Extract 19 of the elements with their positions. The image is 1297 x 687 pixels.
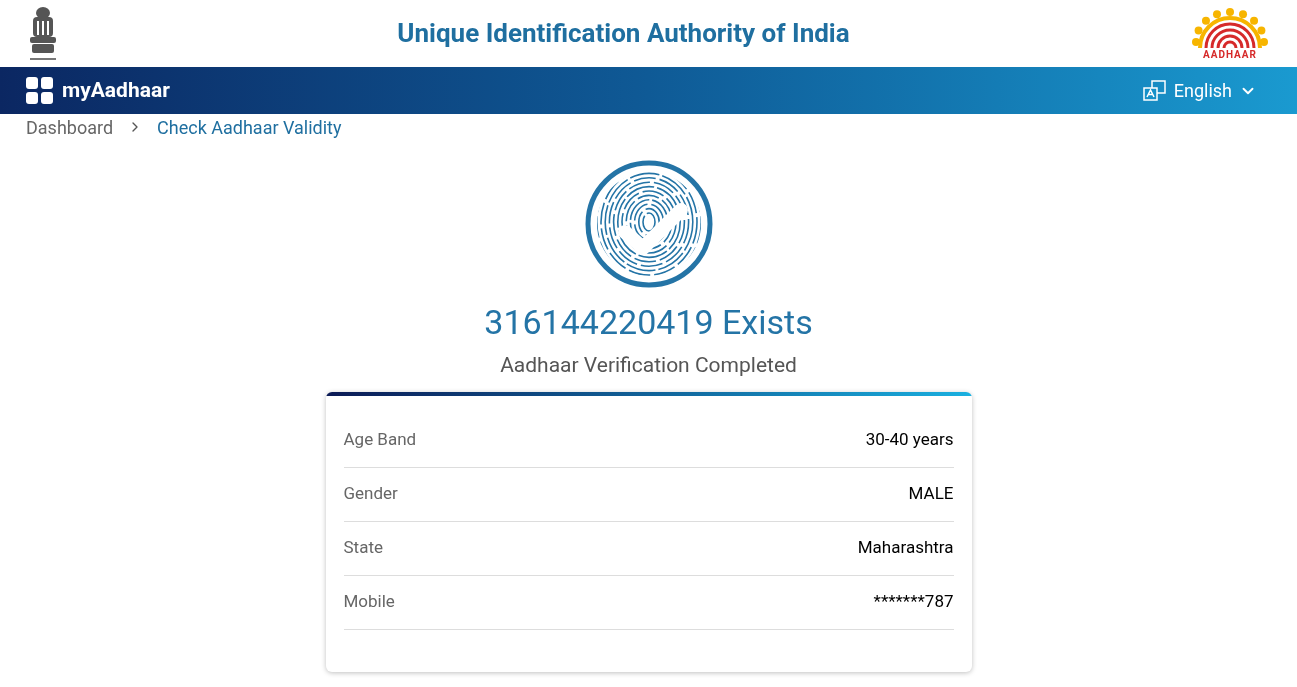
translate-icon — [1142, 79, 1167, 102]
detail-label: Gender — [343, 482, 398, 506]
detail-value: *******787 — [873, 590, 954, 614]
result-heading: 316144220419 Exists — [484, 301, 813, 344]
detail-value: MALE — [908, 482, 954, 506]
detail-label: Age Band — [343, 428, 417, 452]
detail-label: State — [343, 536, 383, 560]
page-title: Unique Identification Authority of India — [397, 17, 850, 50]
detail-value: 30-40 years — [865, 428, 954, 452]
apps-grid-icon[interactable] — [26, 77, 53, 104]
result-subtitle: Aadhaar Verification Completed — [500, 352, 797, 379]
language-selector[interactable]: English — [1142, 77, 1257, 104]
aadhaar-logo: AADHAAR — [1187, 7, 1273, 60]
detail-label: Mobile — [343, 590, 395, 614]
brand-name[interactable]: myAadhaar — [62, 74, 170, 107]
breadcrumb-link[interactable]: Check Aadhaar Validity — [157, 113, 342, 141]
fingerprint-check-icon — [584, 160, 713, 288]
detail-value: Maharashtra — [857, 536, 954, 560]
breadcrumb-link[interactable]: Dashboard — [26, 113, 114, 141]
